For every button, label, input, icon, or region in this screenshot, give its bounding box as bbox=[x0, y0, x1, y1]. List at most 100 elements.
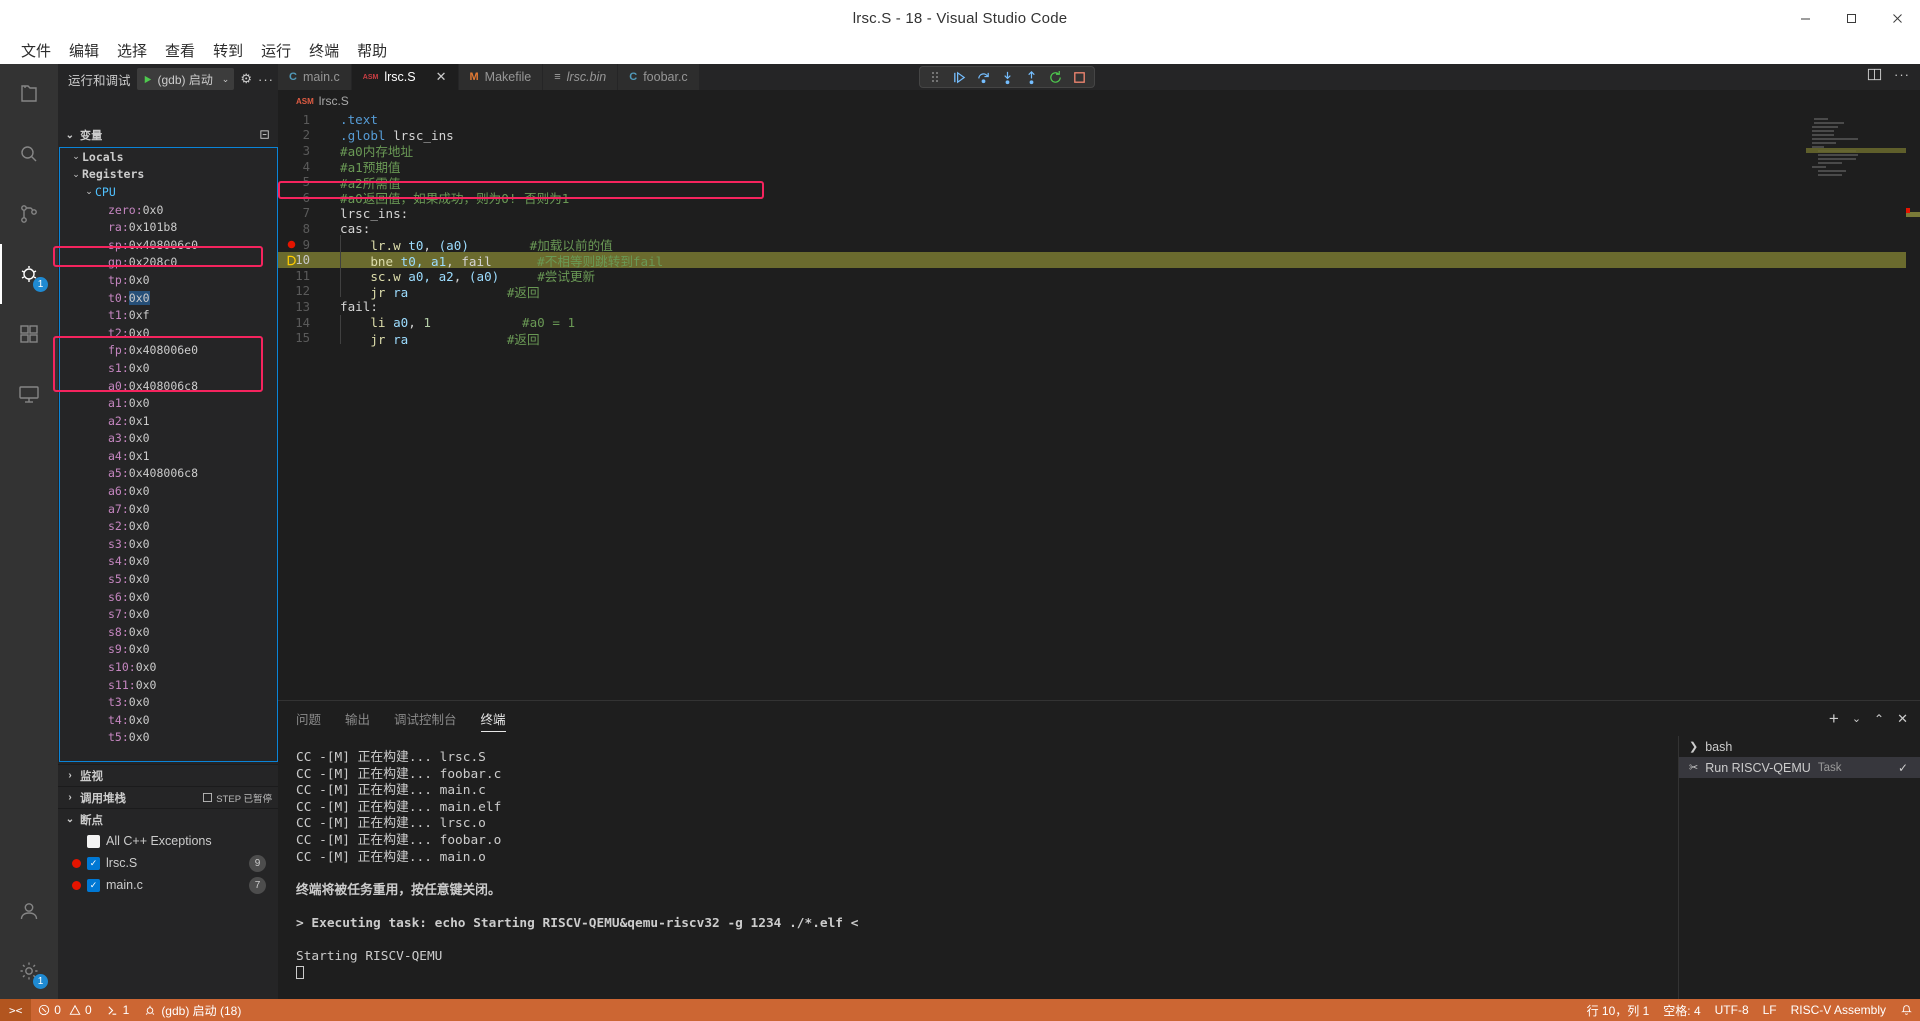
variables-actions[interactable] bbox=[259, 129, 272, 142]
close-panel-icon[interactable]: ✕ bbox=[1897, 711, 1908, 727]
indentation-status[interactable]: 空格: 4 bbox=[1656, 999, 1707, 1021]
breakpoint-row[interactable]: ✓lrsc.S9 bbox=[58, 852, 278, 874]
register-row[interactable]: a3: 0x0 bbox=[60, 430, 277, 448]
editor-tab-main-c[interactable]: Cmain.c bbox=[278, 64, 352, 90]
tree-group-row[interactable]: ⌄Locals bbox=[60, 148, 277, 166]
code-line[interactable]: 12 jr ra #返回 bbox=[278, 284, 1920, 300]
breakpoint-glyph-icon[interactable] bbox=[283, 240, 299, 249]
maximize-button[interactable] bbox=[1828, 0, 1874, 36]
panel-tab-bar[interactable]: 问题输出调试控制台终端 bbox=[278, 701, 1920, 736]
code-line[interactable]: 7lrsc_ins: bbox=[278, 206, 1920, 222]
menu-item-1[interactable]: 编辑 bbox=[60, 38, 108, 63]
breakpoint-checkbox[interactable]: ✓ bbox=[87, 879, 100, 892]
activity-remote-explorer[interactable] bbox=[0, 364, 58, 424]
code-line[interactable]: 2.globl lrsc_ins bbox=[278, 128, 1920, 144]
register-row[interactable]: s4: 0x0 bbox=[60, 553, 277, 571]
editor-tab-Makefile[interactable]: MMakefile bbox=[459, 64, 544, 90]
terminal-tabs-list[interactable]: ❯bash✂Run RISCV-QEMUTask✓ bbox=[1678, 736, 1920, 1002]
register-row[interactable]: a6: 0x0 bbox=[60, 482, 277, 500]
encoding-status[interactable]: UTF-8 bbox=[1708, 999, 1756, 1021]
breakpoint-checkbox[interactable] bbox=[87, 835, 100, 848]
editor-tab-lrsc-S[interactable]: ASMlrsc.S✕ bbox=[352, 64, 459, 90]
activity-extensions[interactable] bbox=[0, 304, 58, 364]
breakpoint-checkbox[interactable]: ✓ bbox=[87, 857, 100, 870]
register-row[interactable]: fp: 0x408006e0 bbox=[60, 342, 277, 360]
new-terminal-icon[interactable]: + bbox=[1829, 709, 1839, 729]
activity-run-debug[interactable]: 1 bbox=[0, 244, 58, 304]
cursor-position-status[interactable]: 行 10，列 1 bbox=[1580, 999, 1657, 1021]
menu-item-2[interactable]: 选择 bbox=[108, 38, 156, 63]
callstack-section-header[interactable]: › 调用堆栈 STEP 已暂停 bbox=[58, 786, 278, 808]
register-row[interactable]: tp: 0x0 bbox=[60, 271, 277, 289]
register-row[interactable]: s8: 0x0 bbox=[60, 623, 277, 641]
register-row[interactable]: s5: 0x0 bbox=[60, 570, 277, 588]
breakpoints-section-header[interactable]: ⌄ 断点 bbox=[58, 808, 278, 830]
eol-status[interactable]: LF bbox=[1756, 999, 1784, 1021]
register-row[interactable]: s11: 0x0 bbox=[60, 676, 277, 694]
debug-session-status[interactable]: (gdb) 启动 (18) bbox=[136, 999, 248, 1021]
code-line[interactable]: 6#a0返回值，如果成功，则为0! 否则为1 bbox=[278, 190, 1920, 206]
breakpoint-row[interactable]: ✓main.c7 bbox=[58, 874, 278, 896]
register-row[interactable]: s7: 0x0 bbox=[60, 605, 277, 623]
step-into-icon[interactable] bbox=[996, 67, 1018, 87]
activity-search[interactable] bbox=[0, 124, 58, 184]
watch-section-header[interactable]: › 监视 bbox=[58, 764, 278, 786]
panel-tab-2[interactable]: 调试控制台 bbox=[394, 701, 457, 736]
register-row[interactable]: sp: 0x408006c0 bbox=[60, 236, 277, 254]
register-row[interactable]: s10: 0x0 bbox=[60, 658, 277, 676]
menu-item-3[interactable]: 查看 bbox=[156, 38, 204, 63]
terminal-output[interactable]: CC -[M] 正在构建... lrsc.SCC -[M] 正在构建... fo… bbox=[278, 736, 1673, 1002]
close-tab-icon[interactable]: ✕ bbox=[436, 69, 447, 85]
tree-group-row[interactable]: ⌄Registers bbox=[60, 166, 277, 184]
menu-item-0[interactable]: 文件 bbox=[12, 38, 60, 63]
breakpoints-list[interactable]: All C++ Exceptions✓lrsc.S9✓main.c7 bbox=[58, 830, 278, 896]
overview-ruler[interactable] bbox=[1906, 112, 1920, 652]
code-editor[interactable]: 1.text2.globl lrsc_ins3#a0内存地址4#a1预期值5#a… bbox=[278, 112, 1920, 652]
register-row[interactable]: t4: 0x0 bbox=[60, 711, 277, 729]
register-row[interactable]: s1: 0x0 bbox=[60, 359, 277, 377]
register-row[interactable]: s6: 0x0 bbox=[60, 588, 277, 606]
register-row[interactable]: t1: 0xf bbox=[60, 306, 277, 324]
register-row[interactable]: ra: 0x101b8 bbox=[60, 218, 277, 236]
terminal-list-item[interactable]: ✂Run RISCV-QEMUTask✓ bbox=[1679, 757, 1920, 778]
drag-handle-icon[interactable] bbox=[924, 67, 946, 87]
editor-actions[interactable]: ··· bbox=[1867, 67, 1910, 82]
problems-status[interactable]: 0 0 bbox=[31, 999, 98, 1021]
menu-item-7[interactable]: 帮助 bbox=[348, 38, 396, 63]
variables-section-header[interactable]: ⌄ 变量 bbox=[58, 124, 278, 146]
split-editor-icon[interactable] bbox=[1867, 67, 1882, 82]
activity-accounts[interactable] bbox=[0, 881, 58, 941]
editor-tab-lrsc-bin[interactable]: ≡lrsc.bin bbox=[543, 64, 618, 90]
code-line[interactable]: 15 jr ra #返回 bbox=[278, 330, 1920, 346]
step-out-icon[interactable] bbox=[1020, 67, 1042, 87]
split-terminal-chevron-icon[interactable]: ⌄ bbox=[1852, 712, 1861, 725]
register-row[interactable]: gp: 0x208c0 bbox=[60, 254, 277, 272]
register-row[interactable]: s3: 0x0 bbox=[60, 535, 277, 553]
panel-tab-3[interactable]: 终端 bbox=[481, 701, 506, 736]
register-row[interactable]: a2: 0x1 bbox=[60, 412, 277, 430]
language-mode-status[interactable]: RISC-V Assembly bbox=[1784, 999, 1893, 1021]
menu-item-6[interactable]: 终端 bbox=[300, 38, 348, 63]
code-lines[interactable]: 1.text2.globl lrsc_ins3#a0内存地址4#a1预期值5#a… bbox=[278, 112, 1920, 346]
restart-icon[interactable] bbox=[1044, 67, 1066, 87]
register-row[interactable]: s2: 0x0 bbox=[60, 517, 277, 535]
ports-status[interactable]: 1 bbox=[99, 999, 137, 1021]
continue-icon[interactable] bbox=[948, 67, 970, 87]
close-button[interactable] bbox=[1874, 0, 1920, 36]
register-row[interactable]: s9: 0x0 bbox=[60, 641, 277, 659]
code-line[interactable]: 4#a1预期值 bbox=[278, 159, 1920, 175]
debug-settings-gear-icon[interactable]: ⚙ bbox=[240, 71, 252, 87]
register-row[interactable]: a5: 0x408006c8 bbox=[60, 465, 277, 483]
breakpoint-row[interactable]: All C++ Exceptions bbox=[58, 830, 278, 852]
panel-tab-0[interactable]: 问题 bbox=[296, 701, 321, 736]
register-row[interactable]: a7: 0x0 bbox=[60, 500, 277, 518]
activity-explorer[interactable] bbox=[0, 64, 58, 124]
register-row[interactable]: a0: 0x408006c8 bbox=[60, 377, 277, 395]
register-row[interactable]: t2: 0x0 bbox=[60, 324, 277, 342]
menu-item-5[interactable]: 运行 bbox=[252, 38, 300, 63]
code-line[interactable]: 13fail: bbox=[278, 299, 1920, 315]
editor-tab-foobar-c[interactable]: Cfoobar.c bbox=[618, 64, 699, 90]
register-row[interactable]: a4: 0x1 bbox=[60, 447, 277, 465]
notifications-bell-icon[interactable] bbox=[1893, 999, 1920, 1021]
menu-item-4[interactable]: 转到 bbox=[204, 38, 252, 63]
